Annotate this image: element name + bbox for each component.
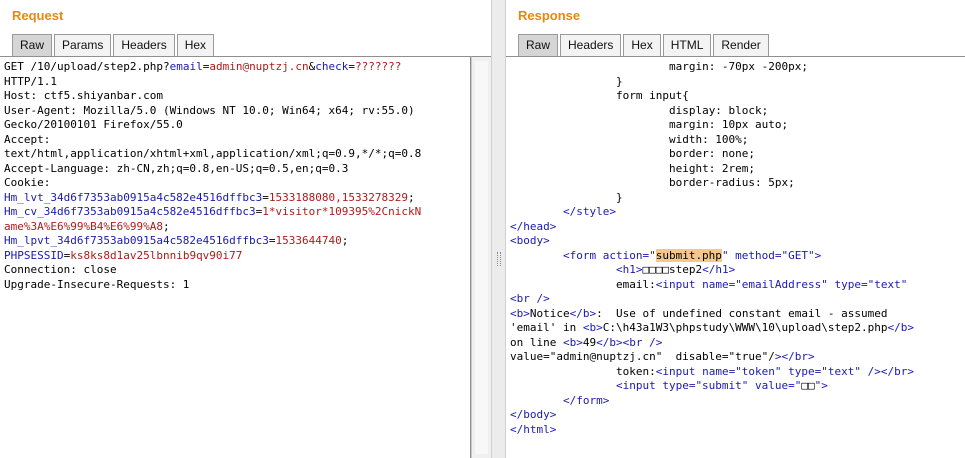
resp-line: margin: 10px auto; [668,118,789,131]
file-path: C:\h43a1W3\phpstudy\WWW\10\upload\step2.… [602,321,888,334]
cookie-value: 1533188080,1533278329 [268,190,408,204]
heading-text: □□□□step2 [642,263,703,276]
pane-divider[interactable] [491,0,506,458]
cookie-key: Hm_cv_34d6f7353ab0915a4c582e4516dffbc3 [4,205,256,218]
req-line: Host: ctf5.shiyanbar.com [4,89,163,102]
resp-tag: </html> [510,422,557,436]
request-title: Request [12,8,64,23]
request-pane: Request Raw Params Headers Hex GET /10/u… [0,0,491,458]
req-line: Accept: [4,132,51,146]
cookie-key: PHPSESSID [4,248,64,262]
cookie-key: Hm_lpvt_34d6f7353ab0915a4c582e4516dffbc3 [4,234,269,247]
response-pane: Response Raw Headers Hex HTML Render mar… [506,0,965,458]
req-line: GET /10/upload/step2.php? [4,60,170,73]
req-line: text/html,application/xhtml+xml,applicat… [4,147,422,160]
request-scrollbar[interactable] [471,56,491,458]
resp-tag: <body> [510,234,550,247]
tab-response-hex[interactable]: Hex [623,34,661,56]
tab-response-headers[interactable]: Headers [560,34,622,56]
resp-tag: <br /> [510,292,550,305]
tab-request-hex[interactable]: Hex [176,34,215,56]
req-line: Accept-Language: zh-CN,zh;q=0.8,en-US;q=… [4,161,349,175]
resp-tag: </style> [562,205,616,218]
req-line: Connection: close [4,263,117,276]
cookie-value: 1*visitor*109395%2CnickN [262,205,422,218]
request-text[interactable]: GET /10/upload/step2.php?email=admin@nup… [0,57,470,295]
req-line: HTTP/1.1 [4,74,57,88]
resp-line: border: none; [668,147,756,160]
response-text[interactable]: margin: -70px -200px; } form input{ disp… [506,57,965,440]
resp-line: margin: -70px -200px; [668,60,809,73]
divider-grip-icon[interactable] [497,252,501,266]
resp-line: width: 100%; [668,132,749,146]
cookie-value: 1533644740 [275,234,342,247]
param-check-value: ??????? [355,60,402,73]
tab-response-html[interactable]: HTML [662,34,712,56]
response-editor[interactable]: margin: -70px -200px; } form input{ disp… [506,56,965,458]
cookie-value: ks8ks8d1av25lbnnib9qv90i77 [70,248,243,262]
resp-line: border-radius: 5px; [668,176,795,189]
param-email-key: email [169,60,203,73]
scrollbar-thumb[interactable] [475,61,488,454]
request-tabs: Raw Params Headers Hex [12,34,216,56]
form-action-highlight: submit.php [655,248,722,262]
tab-request-headers[interactable]: Headers [113,34,175,56]
req-line: Cookie: [4,176,51,189]
resp-line: display: block; [668,103,769,117]
req-line: Gecko/20100101 Firefox/55.0 [4,118,183,131]
cookie-value: ame%3A%E6%99%B4%E6%99%A8 [4,219,163,233]
cookie-key: Hm_lvt_34d6f7353ab0915a4c582e4516dffbc3 [4,190,263,204]
tab-request-params[interactable]: Params [54,34,112,56]
resp-line: height: 2rem; [668,161,756,175]
resp-line: } [615,190,623,204]
response-title: Response [518,8,581,23]
param-check-key: check [315,60,349,73]
tab-response-raw[interactable]: Raw [518,34,559,56]
req-line: Upgrade-Insecure-Requests: 1 [4,277,190,291]
param-email-value: admin@nuptzj.cn [209,60,309,73]
req-line: User-Agent: Mozilla/5.0 (Windows NT 10.0… [4,103,415,117]
resp-tag: </head> [510,219,557,233]
tab-request-raw[interactable]: Raw [12,34,53,56]
tab-response-render[interactable]: Render [713,34,769,56]
resp-tag: </body> [510,408,557,421]
resp-tag: </form> [562,393,610,407]
response-tabs: Raw Headers Hex HTML Render [518,34,771,56]
resp-line: } [615,74,623,88]
request-editor[interactable]: GET /10/upload/step2.php?email=admin@nup… [0,56,471,458]
resp-line: form input{ [615,89,689,102]
